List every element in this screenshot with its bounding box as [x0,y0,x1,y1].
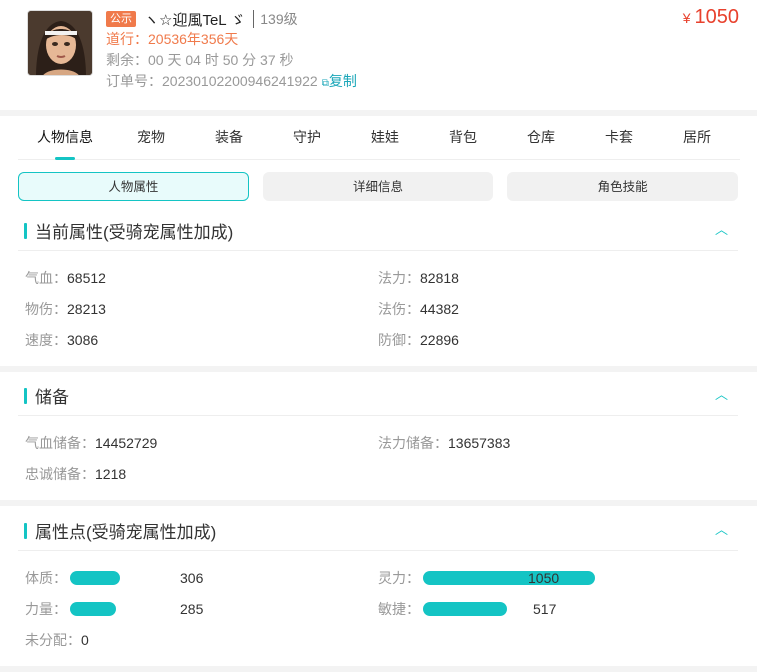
order-info: 公示 ヽ☆迎風TeL ゞ 139级 道行：20536年356天 剩余：00 天 … [106,9,357,94]
play-time-label: 道行： [106,31,148,47]
subtab-character-skills[interactable]: 角色技能 [507,172,739,201]
stat-value: 28213 [67,301,106,317]
section-title: 当前属性(受骑宠属性加成) [35,223,234,242]
remaining-value: 00 天 04 时 50 分 37 秒 [148,52,294,68]
order-number-value: 20230102200946241922 [162,73,318,89]
tab-bag[interactable]: 背包 [424,116,502,159]
stat-mp: 法力：82818 [378,268,459,288]
point-label-spirit: 灵力： [378,570,420,586]
point-bar-constitution [70,571,120,585]
section-divider [0,666,757,672]
point-label-agility: 敏捷： [378,601,420,617]
stat-label: 未分配： [25,632,81,648]
stat-value: 68512 [67,270,106,286]
play-time-row: 道行：20536年356天 [106,29,357,50]
point-value-constitution: 306 [180,570,204,586]
section-divider [0,500,757,506]
stat-speed: 速度：3086 [25,330,98,350]
stat-value: 14452729 [95,435,158,451]
order-header: 公示 ヽ☆迎風TeL ゞ 139级 道行：20536年356天 剩余：00 天 … [0,0,757,110]
price: ¥1050 [683,6,739,29]
tab-pets[interactable]: 宠物 [112,116,190,159]
copy-label: 复制 [328,73,357,89]
stat-label: 物伤： [25,301,67,317]
tab-dolls[interactable]: 娃娃 [346,116,424,159]
chevron-up-icon[interactable]: ︿ [715,519,728,538]
tab-guardian[interactable]: 守护 [268,116,346,159]
remaining-time-row: 剩余：00 天 04 时 50 分 37 秒 [106,50,357,71]
reserve-mp: 法力储备：13657383 [378,433,510,453]
stat-value: 22896 [420,332,459,348]
remaining-label: 剩余： [106,52,148,68]
stat-value: 0 [81,632,89,648]
stat-label: 法力储备： [378,435,448,451]
stat-label: 法力： [378,270,420,286]
stat-magic-damage: 法伤：44382 [378,299,459,319]
sub-tabs: 人物属性 详细信息 角色技能 [18,172,739,202]
tab-warehouse[interactable]: 仓库 [502,116,580,159]
divider [253,10,255,28]
reserve-header[interactable]: 储备 ︿ [18,372,738,416]
chevron-up-icon[interactable]: ︿ [715,384,728,403]
stat-value: 82818 [420,270,459,286]
stat-label: 气血储备： [25,435,95,451]
stat-label: 忠诚储备： [25,466,95,482]
section-accent-bar [24,223,27,239]
point-value-strength: 285 [180,601,204,617]
attribute-points-header[interactable]: 属性点(受骑宠属性加成) ︿ [18,507,738,551]
point-value-agility: 517 [533,601,557,617]
point-label-constitution: 体质： [25,570,67,586]
reserve-hp: 气血储备：14452729 [25,433,157,453]
point-label-strength: 力量： [25,601,67,617]
section-accent-bar [24,388,27,404]
point-bar-agility [423,602,507,616]
copy-icon: ⧉ [321,78,329,89]
stat-defense: 防御：22896 [378,330,459,350]
main-tabs: 人物信息 宠物 装备 守护 娃娃 背包 仓库 卡套 居所 [18,116,740,160]
current-attributes-header[interactable]: 当前属性(受骑宠属性加成) ︿ [18,207,738,251]
character-nickname: ヽ☆迎風TeL ゞ [144,11,246,29]
tab-residence[interactable]: 居所 [658,116,736,159]
subtab-detailed-info[interactable]: 详细信息 [262,172,494,201]
stat-hp: 气血：68512 [25,268,106,288]
unassigned-points: 未分配：0 [25,630,89,650]
point-bar-strength [70,602,116,616]
tab-equipment[interactable]: 装备 [190,116,268,159]
currency-symbol: ¥ [682,10,691,26]
order-number-label: 订单号： [106,73,162,89]
tab-card-case[interactable]: 卡套 [580,116,658,159]
stat-label: 防御： [378,332,420,348]
point-bar-spirit [423,571,595,585]
stat-label: 速度： [25,332,67,348]
public-badge: 公示 [106,11,136,27]
reserve-loyalty: 忠诚储备：1218 [25,464,126,484]
section-accent-bar [24,523,27,539]
stat-label: 法伤： [378,301,420,317]
price-value: 1050 [694,6,740,28]
stat-value: 13657383 [448,435,511,451]
tab-character-info[interactable]: 人物信息 [18,116,112,160]
stat-physical-damage: 物伤：28213 [25,299,106,319]
order-number-row: 订单号：20230102200946241922 ⧉复制 [106,71,357,94]
subtab-character-attributes[interactable]: 人物属性 [18,172,249,201]
point-value-spirit: 1050 [528,570,560,586]
section-title: 储备 [35,388,69,407]
stat-value: 1218 [95,466,127,482]
section-title: 属性点(受骑宠属性加成) [35,523,217,542]
character-level: 139级 [260,11,298,27]
stat-label: 气血： [25,270,67,286]
play-time-value: 20536年356天 [148,31,239,47]
stat-value: 3086 [67,332,99,348]
copy-button[interactable]: ⧉复制 [322,73,357,89]
stat-value: 44382 [420,301,459,317]
character-avatar [27,10,93,76]
chevron-up-icon[interactable]: ︿ [715,219,728,238]
